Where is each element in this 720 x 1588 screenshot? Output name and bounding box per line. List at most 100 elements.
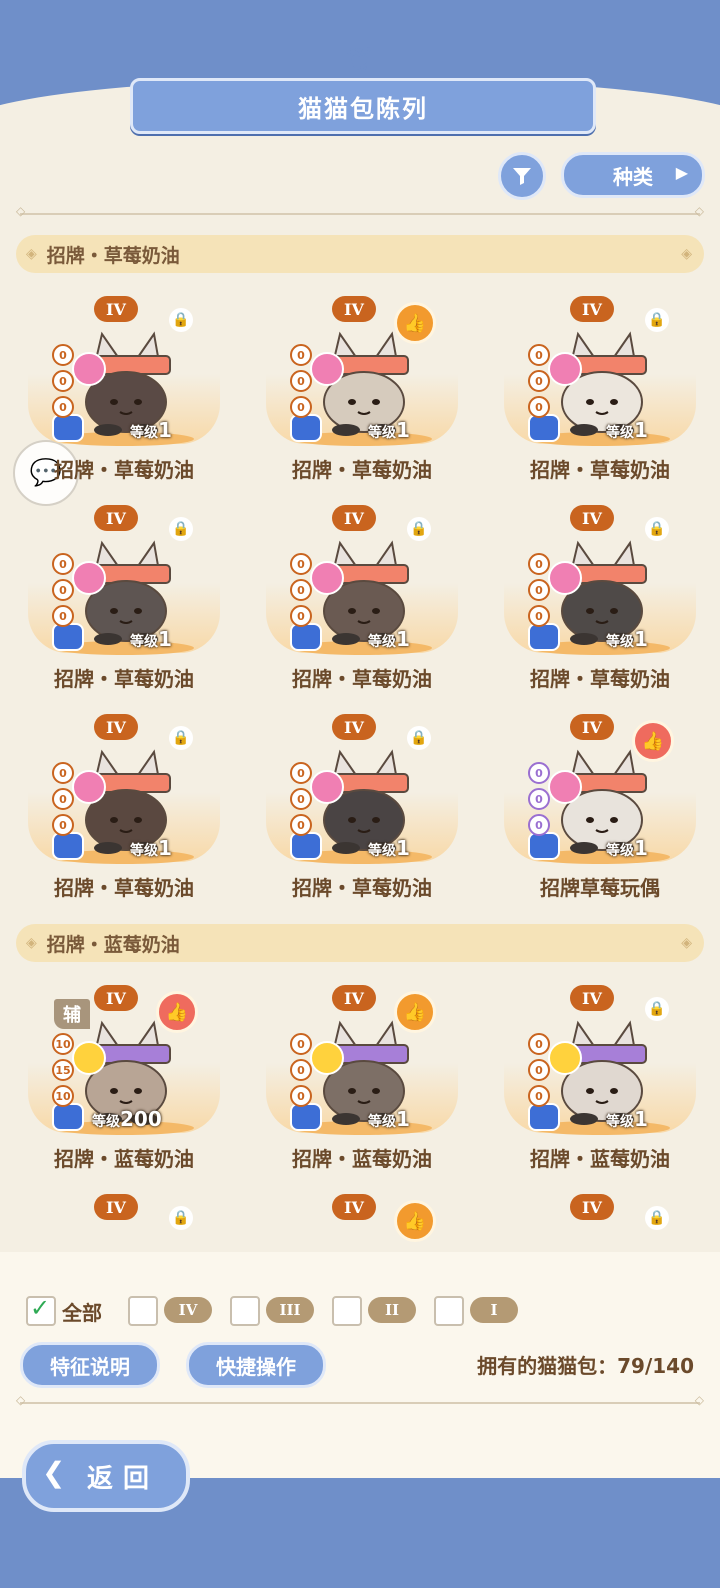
paw-icon xyxy=(528,623,560,651)
lock-icon[interactable]: 🔒 xyxy=(645,517,669,541)
tier-badge: IV xyxy=(570,985,614,1011)
cat-bag-card[interactable]: IV 🔒 0 0 0 等级1 招牌・草莓奶油 xyxy=(490,505,710,710)
cat-bag-card[interactable]: IV 👍 0 0 0 等级1 招牌草莓玩偶 xyxy=(490,714,710,919)
tier-badge: IV xyxy=(332,296,376,322)
level-label: 等级1 xyxy=(124,418,178,442)
star-level-pip: 10 xyxy=(52,1033,74,1055)
star-level-column: 0 0 0 xyxy=(52,344,74,418)
cat-bag-card[interactable]: IV 🔒 xyxy=(490,1194,710,1252)
star-level-pip: 0 xyxy=(290,579,312,601)
filter-tier-iii-checkbox[interactable] xyxy=(230,1296,260,1326)
cat-bag-name: 招牌・草莓奶油 xyxy=(292,876,432,900)
paw-icon xyxy=(290,623,322,651)
diamond-icon: ◈ xyxy=(26,935,37,951)
level-label: 等级1 xyxy=(600,1107,654,1131)
filter-tier-iv: IV xyxy=(164,1297,212,1323)
heart-bow-icon xyxy=(310,770,344,804)
lock-icon[interactable]: 🔒 xyxy=(407,726,431,750)
lock-icon[interactable]: 🔒 xyxy=(169,1206,193,1230)
cat-bag-name: 招牌・草莓奶油 xyxy=(530,458,670,482)
cat-bag-card[interactable]: IV 🔒 0 0 0 等级1 招牌・草莓奶油 xyxy=(252,714,472,919)
star-level-column: 0 0 0 xyxy=(528,344,550,418)
lock-icon[interactable]: 🔒 xyxy=(645,308,669,332)
cat-crest-icon: ❦ xyxy=(345,40,375,80)
heart-bow-icon xyxy=(548,352,582,386)
filter-tier-i-checkbox[interactable] xyxy=(434,1296,464,1326)
cat-bag-card[interactable]: IV 辅 👍 10 15 10 等级200 招牌・蓝莓奶油 xyxy=(14,985,234,1190)
tier-badge: IV xyxy=(94,714,138,740)
cat-bag-card[interactable]: IV 🔒 0 0 0 等级1 招牌・草莓奶油 xyxy=(14,505,234,710)
level-label: 等级1 xyxy=(362,836,416,860)
cat-bag-card[interactable]: IV 🔒 xyxy=(14,1194,234,1252)
level-prefix: 等级 xyxy=(606,843,634,859)
star-level-pip: 0 xyxy=(52,814,74,836)
level-number: 200 xyxy=(120,1107,162,1131)
heart-bow-icon xyxy=(72,770,106,804)
star-level-pip: 0 xyxy=(290,370,312,392)
tier-badge: IV xyxy=(94,985,138,1011)
tier-badge: IV xyxy=(94,1194,138,1220)
level-number: 1 xyxy=(396,627,410,651)
star-level-column: 0 0 0 xyxy=(290,1033,312,1107)
star-level-pip: 0 xyxy=(528,370,550,392)
star-level-pip: 0 xyxy=(528,814,550,836)
lock-icon[interactable]: 🔒 xyxy=(169,726,193,750)
feature-description-button[interactable]: 特征说明 xyxy=(20,1342,160,1388)
level-label: 等级1 xyxy=(124,627,178,651)
level-label: 等级1 xyxy=(124,836,178,860)
level-prefix: 等级 xyxy=(130,425,158,441)
cat-bag-card[interactable]: IV 🔒 0 0 0 等级1 招牌・草莓奶油 xyxy=(14,714,234,919)
lock-icon[interactable]: 🔒 xyxy=(645,997,669,1021)
star-level-pip: 0 xyxy=(528,344,550,366)
filter-icon xyxy=(513,168,531,185)
filter-all-checkbox[interactable] xyxy=(26,1294,56,1326)
star-level-column: 0 0 0 xyxy=(52,553,74,627)
cat-bag-card[interactable]: IV 👍 xyxy=(252,1194,472,1252)
cat-bag-card[interactable]: IV 👍 0 0 0 等级1 招牌・草莓奶油 xyxy=(252,296,472,501)
cat-bag-card[interactable]: IV 🔒 0 0 0 等级1 招牌・草莓奶油 xyxy=(14,296,234,501)
filter-tier-ii-checkbox[interactable] xyxy=(332,1296,362,1326)
cat-bag-card[interactable]: IV 🔒 0 0 0 等级1 招牌・草莓奶油 xyxy=(252,505,472,710)
thumbs-up-icon[interactable]: 👍 xyxy=(394,1200,436,1242)
heart-bow-icon xyxy=(72,561,106,595)
lock-icon[interactable]: 🔒 xyxy=(169,517,193,541)
filter-tier-ii: II xyxy=(368,1297,416,1323)
star-level-pip: 0 xyxy=(290,396,312,418)
feature-description-label: 特征说明 xyxy=(50,1354,130,1379)
lock-icon[interactable]: 🔒 xyxy=(645,1206,669,1230)
heart-bow-icon xyxy=(72,352,106,386)
kind-sort-button[interactable]: 种类 ▶ xyxy=(561,152,705,198)
tier-badge: IV xyxy=(570,505,614,531)
star-level-pip: 0 xyxy=(528,553,550,575)
star-level-column: 0 0 0 xyxy=(528,1033,550,1107)
level-prefix: 等级 xyxy=(130,843,158,859)
paw-icon xyxy=(290,832,322,860)
filter-tier-iv-checkbox[interactable] xyxy=(128,1296,158,1326)
cat-bag-card[interactable]: IV 🔒 0 0 0 等级1 招牌・草莓奶油 xyxy=(490,296,710,501)
level-number: 1 xyxy=(396,1107,410,1131)
cat-bag-name: 招牌・草莓奶油 xyxy=(530,667,670,691)
star-level-pip: 0 xyxy=(290,1033,312,1055)
star-level-pip: 10 xyxy=(52,1085,74,1107)
paw-icon xyxy=(52,832,84,860)
section-title: 招牌・草莓奶油 xyxy=(46,244,180,267)
lock-icon[interactable]: 🔒 xyxy=(407,517,431,541)
back-button[interactable]: ❮ 返回 xyxy=(22,1440,190,1512)
star-level-pip: 0 xyxy=(290,1085,312,1107)
cat-bag-card[interactable]: IV 👍 0 0 0 等级1 招牌・蓝莓奶油 xyxy=(252,985,472,1190)
lock-icon[interactable]: 🔒 xyxy=(169,308,193,332)
tier-badge: IV xyxy=(332,985,376,1011)
tier-badge: IV xyxy=(570,1194,614,1220)
cat-bag-name: 招牌・草莓奶油 xyxy=(54,876,194,900)
star-level-pip: 0 xyxy=(52,396,74,418)
cat-bag-card[interactable]: IV 🔒 0 0 0 等级1 招牌・蓝莓奶油 xyxy=(490,985,710,1190)
level-number: 1 xyxy=(634,418,648,442)
tier-badge: IV xyxy=(94,505,138,531)
divider xyxy=(16,204,704,218)
paw-icon xyxy=(52,623,84,651)
level-number: 1 xyxy=(158,836,172,860)
star-level-pip: 0 xyxy=(52,788,74,810)
quick-action-button[interactable]: 快捷操作 xyxy=(186,1342,326,1388)
filter-button[interactable] xyxy=(498,152,546,200)
tier-badge: IV xyxy=(332,1194,376,1220)
